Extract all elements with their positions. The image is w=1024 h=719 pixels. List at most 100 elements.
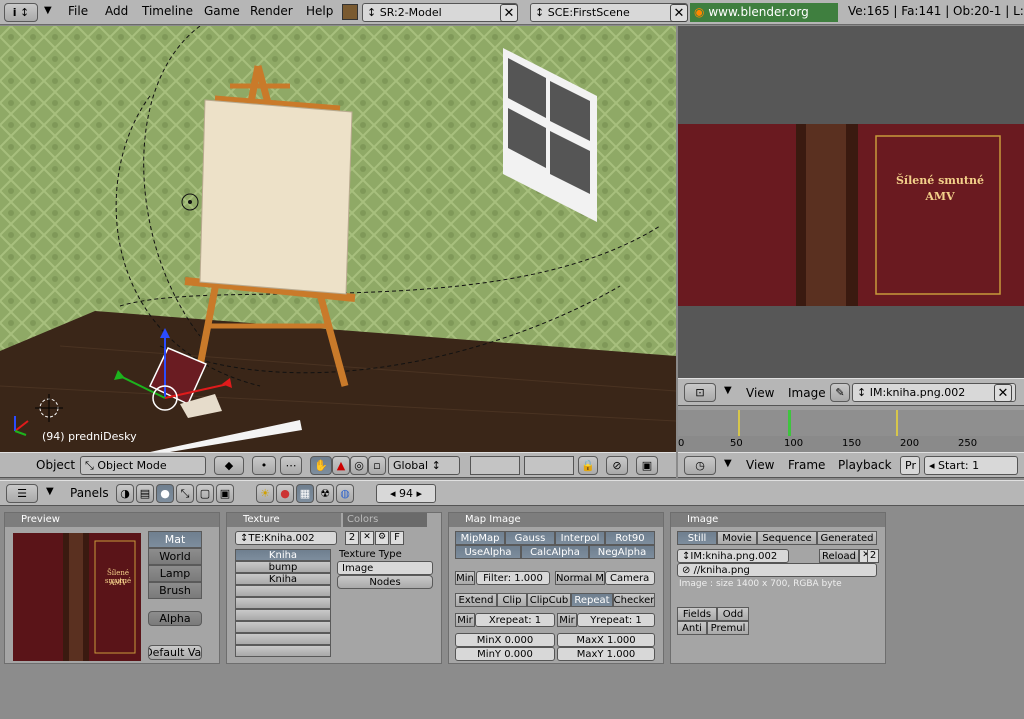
gauss-toggle[interactable]: Gauss [505, 531, 555, 545]
mode-selector[interactable]: ⤡ Object Mode [80, 456, 206, 475]
texture-slot-2[interactable]: bump [235, 561, 331, 573]
screen-selector[interactable]: ↕ SR:2-Model [362, 3, 518, 22]
fake-user-button[interactable]: F [390, 531, 404, 545]
clip-option[interactable]: Clip [497, 593, 527, 607]
miny-field[interactable]: MinY 0.000 [455, 647, 555, 661]
pivot-button[interactable]: • [252, 456, 276, 475]
preview-alpha-button[interactable]: Alpha [148, 611, 202, 626]
map-image-panel-header[interactable]: Map Image [449, 513, 663, 527]
collapse-menu-icon[interactable]: ▼ [724, 458, 732, 469]
preview-lamp-button[interactable]: Lamp [148, 565, 202, 582]
texture-datablock-field[interactable]: ↕ TE:Kniha.002 [235, 531, 337, 545]
lock-layers-button[interactable]: 🔒 [578, 456, 598, 475]
unlink-image-icon[interactable]: ✕ [994, 384, 1012, 402]
mirror-y-toggle[interactable]: Mir [557, 613, 577, 627]
menu-panels[interactable]: Panels [70, 486, 109, 500]
translate-manipulator[interactable]: ▲ [332, 456, 350, 475]
default-var-button[interactable]: Default Var [148, 645, 202, 660]
logic-context-button[interactable]: ◑ [116, 484, 134, 503]
texture-slot-7[interactable] [235, 621, 331, 633]
preview-range-button[interactable]: Pr [900, 456, 920, 475]
render-button[interactable]: ▣ [636, 456, 658, 475]
colors-tab[interactable]: Colors [343, 513, 427, 527]
texture-tab-button[interactable]: ▦ [296, 484, 314, 503]
texture-users-count[interactable]: 2 [345, 531, 359, 545]
scene-selector[interactable]: ↕ SCE:FirstScene [530, 3, 688, 22]
menu-view[interactable]: View [746, 458, 774, 472]
maxx-field[interactable]: MaxX 1.000 [557, 633, 655, 647]
movie-tab[interactable]: Movie [717, 531, 757, 545]
menu-help[interactable]: Help [306, 4, 333, 18]
lamp-tab-button[interactable]: ☀ [256, 484, 274, 503]
filter-size-field[interactable]: Filter: 1.000 [476, 571, 550, 585]
pin-button[interactable]: ✎ [830, 383, 850, 402]
info-window-type-button[interactable]: i ↕ [4, 3, 38, 22]
min-toggle[interactable]: Min [455, 571, 475, 585]
menu-timeline[interactable]: Timeline [142, 4, 193, 18]
unlink-texture-icon[interactable]: ✕ [360, 531, 374, 545]
still-tab[interactable]: Still [677, 531, 717, 545]
preview-brush-button[interactable]: Brush [148, 582, 202, 599]
nodes-button[interactable]: Nodes [337, 575, 433, 589]
texture-slot-8[interactable] [235, 633, 331, 645]
texture-slot-3[interactable]: Kniha [235, 573, 331, 585]
scale-manipulator[interactable]: ▫ [368, 456, 386, 475]
texture-slot-5[interactable] [235, 597, 331, 609]
odd-toggle[interactable]: Odd [717, 607, 749, 621]
menu-add[interactable]: Add [105, 4, 128, 18]
menu-view[interactable]: View [746, 386, 774, 400]
rot90-toggle[interactable]: Rot90 [605, 531, 655, 545]
texture-tab[interactable]: Texture [227, 513, 341, 527]
3d-viewport[interactable]: (94) predniDesky [0, 26, 676, 452]
neg-alpha-toggle[interactable]: NegAlpha [589, 545, 655, 559]
texture-slot-6[interactable] [235, 609, 331, 621]
mirror-x-toggle[interactable]: Mir [455, 613, 475, 627]
texture-type-select[interactable]: Image [337, 561, 433, 575]
premul-toggle[interactable]: Premul [707, 621, 749, 635]
image-selector[interactable]: ↕ IM:kniha.png.002 [852, 383, 1016, 402]
checker-option[interactable]: Checker [613, 593, 655, 607]
website-link[interactable]: ◉ www.blender.org 249.2 [690, 3, 838, 38]
xrepeat-field[interactable]: Xrepeat: 1 [475, 613, 555, 627]
image-panel-header[interactable]: Image [671, 513, 885, 527]
buttons-type-button[interactable]: ☰ [6, 484, 38, 503]
extend-option[interactable]: Extend [455, 593, 497, 607]
timeline-type-button[interactable]: ◷ [684, 456, 716, 475]
texture-slot-1[interactable]: Kniha [235, 549, 331, 561]
fields-toggle[interactable]: Fields [677, 607, 717, 621]
preview-panel-header[interactable]: Preview [5, 513, 219, 527]
menu-game[interactable]: Game [204, 4, 240, 18]
menu-frame[interactable]: Frame [788, 458, 825, 472]
close-screen-icon[interactable]: ✕ [500, 4, 518, 22]
material-tab-button[interactable]: ● [276, 484, 294, 503]
image-editor[interactable]: Šílené smutné AMV [678, 26, 1024, 378]
image-path-field[interactable]: ⊘ //kniha.png [677, 563, 877, 577]
close-scene-icon[interactable]: ✕ [670, 4, 688, 22]
texture-slot-4[interactable] [235, 585, 331, 597]
calc-alpha-toggle[interactable]: CalcAlpha [521, 545, 589, 559]
collapse-menu-icon[interactable]: ▼ [46, 486, 54, 497]
current-frame-marker[interactable] [788, 410, 791, 436]
object-context-button[interactable]: ⤡ [176, 484, 194, 503]
object-menu[interactable]: Object [36, 458, 75, 472]
menu-playback[interactable]: Playback [838, 458, 892, 472]
draw-type-button[interactable]: ◆ [214, 456, 244, 475]
image-users-count[interactable]: 2 [867, 549, 879, 563]
anti-toggle[interactable]: Anti [677, 621, 707, 635]
link-button[interactable]: ⊘ [606, 456, 628, 475]
layer-buttons-1[interactable] [470, 456, 520, 475]
snap-button[interactable]: ⋯ [280, 456, 302, 475]
layer-buttons-2[interactable] [524, 456, 574, 475]
sequence-tab[interactable]: Sequence [757, 531, 817, 545]
timeline[interactable]: 0 50 100 150 200 250 [678, 406, 1024, 452]
world-tab-button[interactable]: ◍ [336, 484, 354, 503]
maxy-field[interactable]: MaxY 1.000 [557, 647, 655, 661]
reload-button[interactable]: Reload [819, 549, 859, 563]
use-alpha-toggle[interactable]: UseAlpha [455, 545, 521, 559]
repeat-option[interactable]: Repeat [571, 593, 613, 607]
mipmap-toggle[interactable]: MipMap [455, 531, 505, 545]
editing-context-button[interactable]: ▢ [196, 484, 214, 503]
interpol-toggle[interactable]: Interpol [555, 531, 605, 545]
preview-mat-button[interactable]: Mat [148, 531, 202, 548]
scene-context-button[interactable]: ▣ [216, 484, 234, 503]
